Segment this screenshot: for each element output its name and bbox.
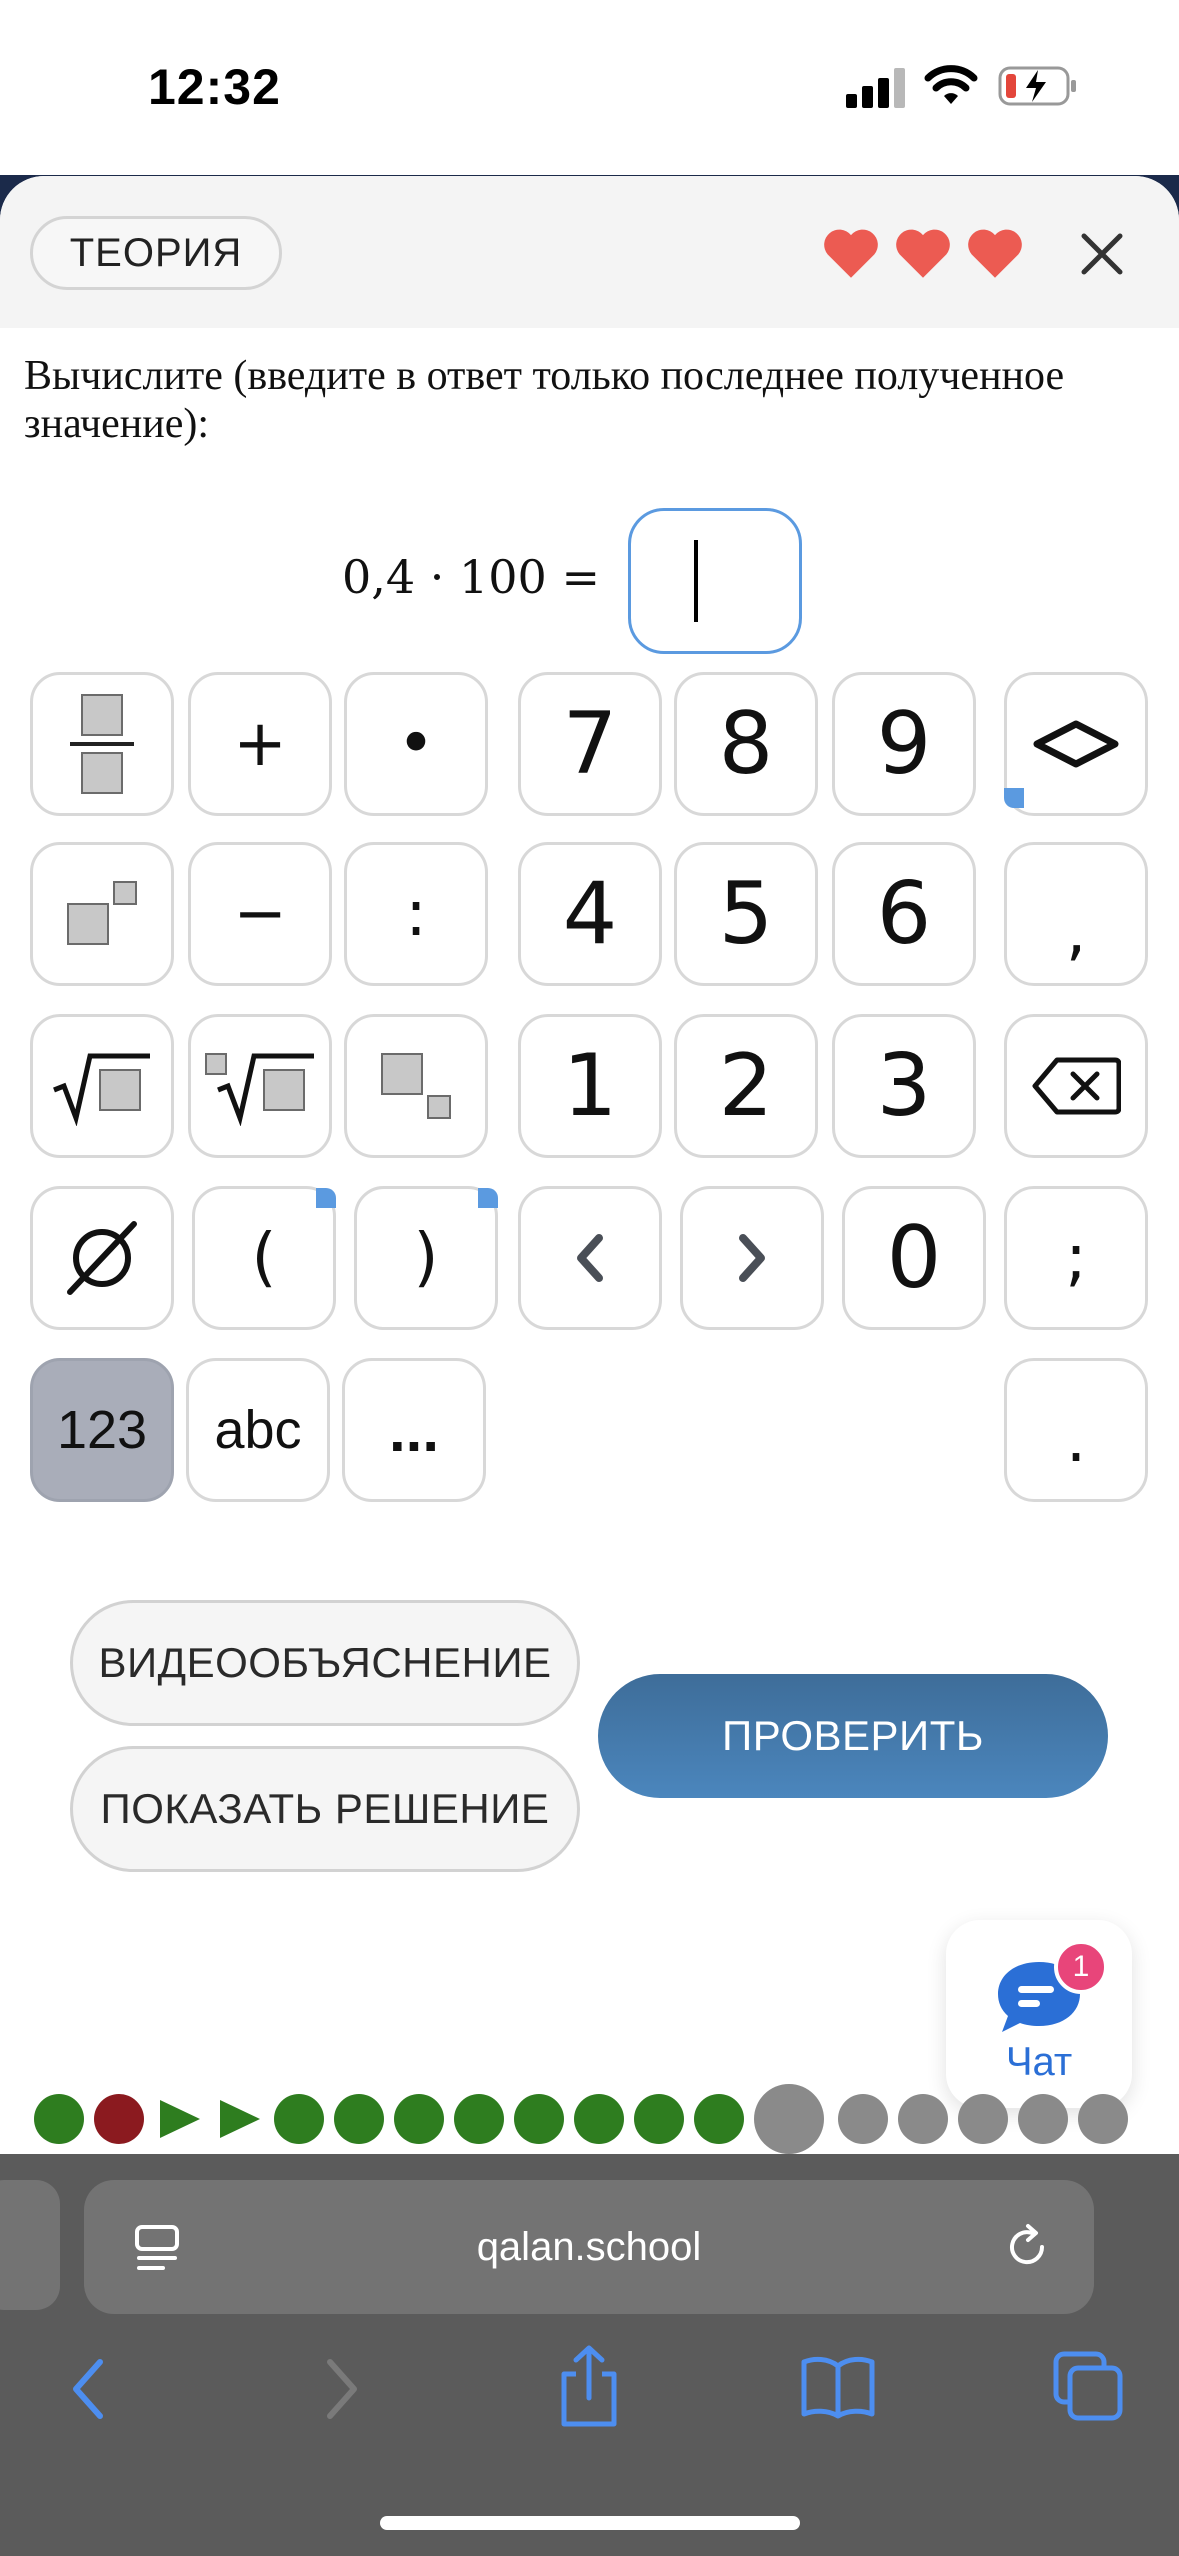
progress-done-dot[interactable] — [334, 2094, 384, 2144]
progress-skipped-icon[interactable] — [214, 2094, 264, 2144]
right-paren-key[interactable]: ) — [354, 1186, 498, 1330]
multiply-dot-key[interactable]: • — [344, 672, 488, 816]
power-icon — [67, 881, 137, 945]
lives-indicator — [818, 220, 1030, 290]
digit-6-key[interactable]: 6 — [832, 842, 976, 986]
exercise-sheet: ТЕОРИЯ Вычислите (введите в ответ только… — [0, 176, 1179, 2154]
fraction-icon — [70, 694, 134, 794]
empty-set-key[interactable] — [30, 1186, 174, 1330]
fraction-key[interactable] — [30, 672, 174, 816]
digit-3-key[interactable]: 3 — [832, 1014, 976, 1158]
digit-9-key[interactable]: 9 — [832, 672, 976, 816]
wifi-icon — [924, 65, 978, 104]
divide-colon-key[interactable]: : — [344, 842, 488, 986]
progress-current-dot[interactable] — [754, 2084, 824, 2154]
cursor-left-icon — [577, 1234, 603, 1282]
digit-4-key[interactable]: 4 — [518, 842, 662, 986]
semicolon-key[interactable]: ; — [1004, 1186, 1148, 1330]
sheet-header: ТЕОРИЯ — [0, 176, 1179, 328]
question-prompt: Вычислите (введите в ответ только послед… — [24, 353, 1065, 447]
battery-charging-icon — [998, 66, 1076, 106]
collapse-keyboard-key[interactable] — [1004, 672, 1148, 816]
digit-5-key[interactable]: 5 — [674, 842, 818, 986]
cellular-signal-icon — [846, 68, 906, 108]
address-bar[interactable]: qalan.school — [84, 2180, 1094, 2314]
period-key[interactable]: . — [1004, 1358, 1148, 1502]
url-text: qalan.school — [476, 2224, 702, 2269]
digit-0-key[interactable]: 0 — [842, 1186, 986, 1330]
home-indicator — [380, 2516, 800, 2530]
corner-indicator — [316, 1188, 336, 1208]
progress-done-dot[interactable] — [394, 2094, 444, 2144]
progress-done-dot[interactable] — [454, 2094, 504, 2144]
text-caret — [694, 540, 698, 622]
plus-key[interactable]: + — [188, 672, 332, 816]
digit-7-key[interactable]: 7 — [518, 672, 662, 816]
numeric-mode-key[interactable]: 123 — [30, 1358, 174, 1502]
chat-unread-badge: 1 — [1054, 1940, 1108, 1994]
left-paren-key[interactable]: ( — [192, 1186, 336, 1330]
progress-pending-dot[interactable] — [958, 2094, 1008, 2144]
chat-label: Чат — [1005, 2040, 1073, 2084]
digit-2-key[interactable]: 2 — [674, 1014, 818, 1158]
answer-input[interactable] — [628, 508, 802, 654]
status-time: 12:32 — [148, 59, 281, 115]
close-icon[interactable] — [1072, 224, 1132, 284]
power-key[interactable] — [30, 842, 174, 986]
empty-set-icon — [67, 1221, 137, 1295]
minus-key[interactable]: − — [188, 842, 332, 986]
more-symbols-key[interactable]: ... — [342, 1358, 486, 1502]
corner-indicator — [478, 1188, 498, 1208]
previous-tab-peek[interactable] — [0, 2180, 60, 2310]
comma-key[interactable]: , — [1004, 842, 1148, 986]
nth-root-key[interactable] — [188, 1014, 332, 1158]
backspace-key[interactable] — [1004, 1014, 1148, 1158]
tabs-icon[interactable] — [1052, 2350, 1124, 2422]
check-answer-button[interactable]: ПРОВЕРИТЬ — [598, 1674, 1108, 1798]
progress-done-dot[interactable] — [574, 2094, 624, 2144]
math-expression: 0,4 · 100 = — [342, 550, 600, 604]
progress-done-dot[interactable] — [514, 2094, 564, 2144]
heart-icon — [896, 229, 950, 278]
progress-done-dot[interactable] — [34, 2094, 84, 2144]
share-icon[interactable] — [556, 2344, 622, 2430]
cursor-right-icon — [739, 1234, 765, 1282]
cursor-left-key[interactable] — [518, 1186, 662, 1330]
forward-icon[interactable] — [316, 2354, 366, 2424]
browser-toolbar: qalan.school — [0, 2154, 1179, 2556]
letters-mode-key[interactable]: abc — [186, 1358, 330, 1502]
progress-wrong-dot[interactable] — [94, 2094, 144, 2144]
bookmarks-icon[interactable] — [800, 2354, 876, 2420]
progress-pending-dot[interactable] — [1078, 2094, 1128, 2144]
heart-icon — [968, 229, 1022, 278]
sqrt-icon — [53, 1053, 150, 1126]
progress-pending-dot[interactable] — [1018, 2094, 1068, 2144]
cursor-right-key[interactable] — [680, 1186, 824, 1330]
corner-indicator — [1004, 788, 1024, 808]
progress-pending-dot[interactable] — [898, 2094, 948, 2144]
sqrt-key[interactable] — [30, 1014, 174, 1158]
nth-root-icon — [205, 1053, 314, 1126]
heart-icon — [824, 229, 878, 278]
video-explanation-button[interactable]: ВИДЕООБЪЯСНЕНИЕ — [70, 1600, 580, 1726]
progress-done-dot[interactable] — [634, 2094, 684, 2144]
subscript-key[interactable] — [344, 1014, 488, 1158]
show-solution-button[interactable]: ПОКАЗАТЬ РЕШЕНИЕ — [70, 1746, 580, 1872]
reload-icon[interactable] — [1002, 2222, 1052, 2272]
back-icon[interactable] — [64, 2354, 114, 2424]
progress-skipped-icon[interactable] — [154, 2094, 204, 2144]
collapse-icon — [1033, 720, 1119, 768]
progress-done-dot[interactable] — [274, 2094, 324, 2144]
backspace-icon — [1032, 1057, 1121, 1115]
digit-8-key[interactable]: 8 — [674, 672, 818, 816]
subscript-icon — [381, 1053, 451, 1119]
task-progress — [34, 2084, 1154, 2154]
progress-done-dot[interactable] — [694, 2094, 744, 2144]
chat-widget[interactable]: 1 Чат — [946, 1920, 1132, 2108]
theory-button[interactable]: ТЕОРИЯ — [30, 216, 282, 290]
digit-1-key[interactable]: 1 — [518, 1014, 662, 1158]
progress-pending-dot[interactable] — [838, 2094, 888, 2144]
status-bar: 12:32 — [0, 0, 1179, 175]
